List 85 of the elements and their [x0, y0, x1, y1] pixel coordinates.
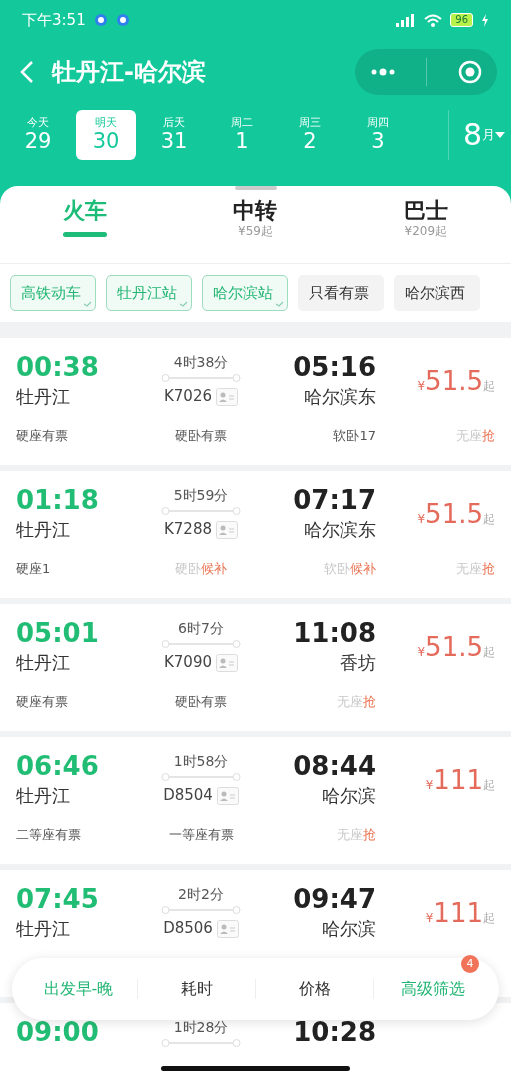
arrival-time: 05:16 [292, 352, 376, 384]
date-tab[interactable]: 明天 30 [76, 110, 136, 160]
travel-duration: 5时59分 [173, 486, 229, 505]
notification-icon [93, 13, 108, 27]
filter-chip[interactable]: 牡丹江站 [106, 274, 192, 312]
arrival-station: 哈尔滨东 [303, 385, 376, 410]
travel-duration: 1时28分 [173, 1018, 229, 1037]
charging-icon [481, 13, 489, 27]
ticket-price: ¥51.5起 [416, 630, 495, 664]
check-icon [275, 301, 284, 308]
arrival-time: 08:44 [292, 751, 376, 783]
departure-time: 00:38 [16, 352, 100, 384]
filter-chip[interactable]: 哈尔滨西 [394, 274, 480, 312]
seat-availability: 硬座有票 [16, 427, 69, 446]
train-number: K7090 [164, 652, 212, 674]
filter-chip[interactable]: 只看有票 [298, 274, 384, 312]
id-card-icon [216, 520, 238, 539]
filter-chip[interactable]: 哈尔滨站 [202, 274, 288, 312]
seat-availability: 二等座有票 [16, 826, 82, 845]
filter-chip[interactable]: 高铁动车 [10, 274, 96, 312]
arrival-time: 10:28 [292, 1017, 376, 1049]
departure-time: 09:00 [16, 1017, 100, 1049]
close-icon[interactable] [457, 60, 482, 84]
ticket-price: ¥51.5起 [416, 364, 495, 398]
arrival-station: 哈尔滨东 [303, 518, 376, 543]
count-badge: 4 [461, 955, 479, 973]
id-card-icon [216, 786, 239, 805]
sort-option[interactable]: 出发早-晚 [20, 977, 137, 1001]
transport-tab[interactable]: 巴士 ¥209起 [340, 198, 511, 239]
signal-icon [396, 13, 417, 27]
drag-handle [234, 186, 277, 190]
ticket-price: ¥111起 [424, 763, 495, 797]
date-tab[interactable]: 周三 2 [280, 110, 340, 160]
check-icon [179, 301, 188, 308]
train-number: K7288 [164, 519, 212, 541]
sort-option[interactable]: 价格 [256, 977, 373, 1001]
seat-availability: 硬座有票 [16, 693, 69, 712]
date-tab[interactable]: 周二 1 [212, 110, 272, 160]
arrival-station: 哈尔滨 [321, 917, 376, 942]
arrival-station: 香坊 [339, 651, 376, 676]
train-number: D8504 [163, 785, 213, 807]
arrival-time: 07:17 [292, 485, 376, 517]
ticket-price: ¥111起 [424, 896, 495, 930]
check-icon [83, 301, 92, 308]
travel-duration: 4时38分 [173, 353, 229, 372]
seat-availability: 硬卧有票 [174, 427, 228, 446]
seat-availability: 硬座1 [16, 560, 52, 579]
departure-time: 05:01 [16, 618, 100, 650]
id-card-icon [216, 387, 238, 406]
travel-duration: 1时58分 [173, 752, 229, 771]
date-tab[interactable]: 今天 29 [8, 110, 68, 160]
id-card-icon [216, 653, 238, 672]
sort-option[interactable]: 耗时 [138, 977, 255, 1001]
ticket-price: ¥51.5起 [416, 497, 495, 531]
departure-time: 01:18 [16, 485, 100, 517]
page-title: 牡丹江-哈尔滨 [52, 57, 206, 88]
departure-time: 06:46 [16, 751, 100, 783]
departure-station: 牡丹江 [16, 385, 71, 410]
departure-station: 牡丹江 [16, 651, 71, 676]
date-tab[interactable]: 周四 3 [348, 110, 408, 160]
transport-tab[interactable]: 火车 [0, 198, 171, 238]
battery-indicator: 96 [450, 13, 473, 27]
travel-duration: 6时7分 [178, 619, 224, 638]
notification-icon [115, 13, 130, 27]
wifi-icon [424, 13, 443, 27]
back-icon[interactable] [20, 60, 34, 84]
seat-availability: 软卧17 [332, 427, 376, 446]
train-number: K7026 [164, 386, 212, 408]
more-icon[interactable] [370, 68, 397, 76]
transport-tab[interactable]: 中转 ¥59起 [170, 198, 341, 239]
travel-duration: 2时2分 [178, 885, 224, 904]
arrival-time: 09:47 [292, 884, 376, 916]
seat-availability: 硬卧有票 [174, 693, 228, 712]
seat-availability: 一等座有票 [167, 826, 235, 845]
arrival-station: 哈尔滨 [321, 784, 376, 809]
train-number: D8506 [163, 918, 213, 940]
departure-station: 牡丹江 [16, 784, 71, 809]
caret-icon [495, 132, 505, 138]
departure-time: 07:45 [16, 884, 100, 916]
status-time: 下午3:51 [22, 9, 86, 31]
departure-station: 牡丹江 [16, 917, 71, 942]
departure-station: 牡丹江 [16, 518, 71, 543]
arrival-time: 11:08 [292, 618, 376, 650]
date-tab[interactable]: 后天 31 [144, 110, 204, 160]
id-card-icon [216, 919, 239, 938]
